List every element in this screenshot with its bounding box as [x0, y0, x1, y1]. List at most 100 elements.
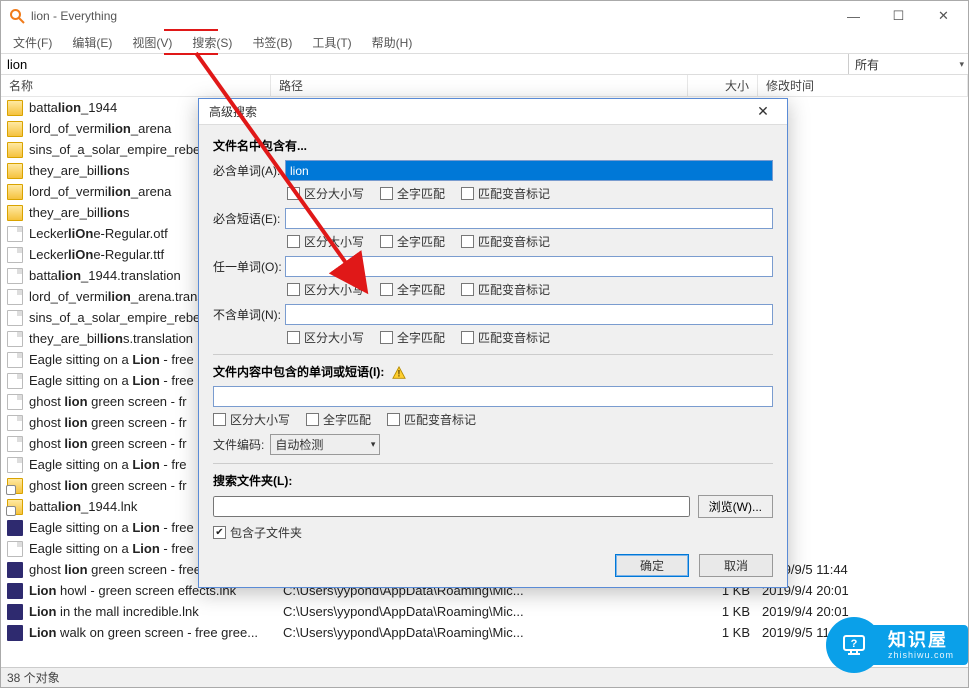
file-path: C:\Users\yypond\AppData\Roaming\Mic...: [279, 604, 688, 619]
chk-case-1[interactable]: 区分大小写: [287, 185, 364, 202]
chk-diacritics-3[interactable]: 匹配变音标记: [461, 281, 550, 298]
section-folder-title: 搜索文件夹(L):: [213, 472, 773, 489]
ps-icon: [7, 604, 23, 620]
file-icon: [7, 415, 23, 431]
filter-label: 所有: [855, 56, 879, 73]
window-title: lion - Everything: [31, 9, 117, 23]
menu-search[interactable]: 搜索(S): [182, 32, 242, 53]
file-date: 2019/9/5 11:44: [758, 562, 968, 577]
folder-icon: [7, 100, 23, 116]
input-phrase[interactable]: [285, 208, 773, 229]
input-content-words[interactable]: [213, 386, 773, 407]
file-icon: [7, 247, 23, 263]
col-name[interactable]: 名称: [1, 75, 271, 96]
label-any-words: 任一单词(O):: [213, 258, 285, 275]
status-bar: 38 个对象: [1, 667, 968, 687]
watermark-badge: ? 知识屋 zhishiwu.com: [826, 617, 968, 673]
file-icon: [7, 310, 23, 326]
app-icon: [9, 8, 25, 24]
list-item[interactable]: Lion in the mall incredible.lnkC:\Users\…: [1, 601, 968, 622]
chk-diacritics-content[interactable]: 匹配变音标记: [387, 411, 476, 428]
chk-diacritics-4[interactable]: 匹配变音标记: [461, 329, 550, 346]
section-filename-title: 文件名中包含有...: [213, 137, 773, 154]
menu-tools[interactable]: 工具(T): [302, 32, 361, 53]
menu-view[interactable]: 视图(V): [122, 32, 182, 53]
filter-select[interactable]: 所有 ▾: [848, 54, 968, 74]
ps-icon: [7, 583, 23, 599]
maximize-button[interactable]: ☐: [876, 1, 921, 31]
file-path: C:\Users\yypond\AppData\Roaming\Mic...: [279, 625, 688, 640]
file-name: Lion walk on green screen - free gree...: [29, 625, 279, 640]
dialog-close-button[interactable]: ✕: [743, 101, 783, 123]
chk-case-2[interactable]: 区分大小写: [287, 233, 364, 250]
list-item[interactable]: Lion walk on green screen - free gree...…: [1, 622, 968, 643]
label-phrase: 必含短语(E):: [213, 210, 285, 227]
file-icon: [7, 436, 23, 452]
file-icon: [7, 541, 23, 557]
svg-text:!: !: [397, 368, 400, 378]
chk-case-content[interactable]: 区分大小写: [213, 411, 290, 428]
input-none-words[interactable]: [285, 304, 773, 325]
col-size[interactable]: 大小: [688, 75, 758, 96]
dialog-title: 高级搜索: [209, 103, 743, 120]
menu-bookmarks[interactable]: 书签(B): [242, 32, 302, 53]
ps-icon: [7, 625, 23, 641]
menu-edit[interactable]: 编辑(E): [62, 32, 122, 53]
warning-icon: !: [392, 366, 406, 380]
input-search-folder[interactable]: [213, 496, 690, 517]
section-content-title: 文件内容中包含的单词或短语(I): !: [213, 363, 773, 380]
label-none-words: 不含单词(N):: [213, 306, 285, 323]
chevron-down-icon: ▾: [371, 439, 376, 450]
chk-whole-1[interactable]: 全字匹配: [380, 185, 445, 202]
input-all-words[interactable]: [285, 160, 773, 181]
chk-whole-content[interactable]: 全字匹配: [306, 411, 371, 428]
file-date: 2019/9/4 20:01: [758, 583, 968, 598]
chk-whole-4[interactable]: 全字匹配: [380, 329, 445, 346]
folder-icon: [7, 142, 23, 158]
input-any-words[interactable]: [285, 256, 773, 277]
chk-diacritics-1[interactable]: 匹配变音标记: [461, 185, 550, 202]
chk-case-4[interactable]: 区分大小写: [287, 329, 364, 346]
folder-icon: [7, 184, 23, 200]
file-size: 1 KB: [688, 625, 758, 640]
col-date[interactable]: 修改时间: [758, 75, 968, 96]
menu-help[interactable]: 帮助(H): [362, 32, 423, 53]
cancel-button[interactable]: 取消: [699, 554, 773, 577]
column-headers: 名称 路径 大小 修改时间: [1, 75, 968, 97]
advanced-search-dialog: 高级搜索 ✕ 文件名中包含有... 必含单词(A): 区分大小写 全字匹配 匹配…: [198, 98, 788, 588]
ps-icon: [7, 562, 23, 578]
lnk-icon: [7, 478, 23, 494]
menubar: 文件(F) 编辑(E) 视图(V) 搜索(S) 书签(B) 工具(T) 帮助(H…: [1, 31, 968, 53]
watermark-subtitle: zhishiwu.com: [888, 651, 954, 660]
ok-button[interactable]: 确定: [615, 554, 689, 577]
file-icon: [7, 352, 23, 368]
chk-whole-2[interactable]: 全字匹配: [380, 233, 445, 250]
search-row: 所有 ▾: [1, 53, 968, 75]
chk-diacritics-2[interactable]: 匹配变音标记: [461, 233, 550, 250]
watermark-title: 知识屋: [888, 631, 954, 649]
menu-file[interactable]: 文件(F): [3, 32, 62, 53]
ps-icon: [7, 520, 23, 536]
col-path[interactable]: 路径: [271, 75, 688, 96]
chk-whole-3[interactable]: 全字匹配: [380, 281, 445, 298]
svg-text:?: ?: [851, 638, 858, 650]
file-icon: [7, 268, 23, 284]
file-icon: [7, 226, 23, 242]
watermark-icon: ?: [839, 630, 869, 660]
label-encoding: 文件编码:: [213, 436, 264, 453]
chevron-down-icon: ▾: [959, 59, 964, 70]
folder-icon: [7, 163, 23, 179]
search-input[interactable]: [1, 54, 848, 74]
folder-icon: [7, 121, 23, 137]
file-icon: [7, 457, 23, 473]
file-icon: [7, 373, 23, 389]
file-size: 1 KB: [688, 604, 758, 619]
chk-case-3[interactable]: 区分大小写: [287, 281, 364, 298]
chk-include-subfolders[interactable]: ✔包含子文件夹: [213, 524, 302, 541]
close-button[interactable]: ✕: [921, 1, 966, 31]
minimize-button[interactable]: —: [831, 1, 876, 31]
dialog-titlebar[interactable]: 高级搜索 ✕: [199, 99, 787, 125]
status-text: 38 个对象: [7, 669, 60, 686]
browse-button[interactable]: 浏览(W)...: [698, 495, 773, 518]
encoding-select[interactable]: 自动检测 ▾: [270, 434, 380, 455]
